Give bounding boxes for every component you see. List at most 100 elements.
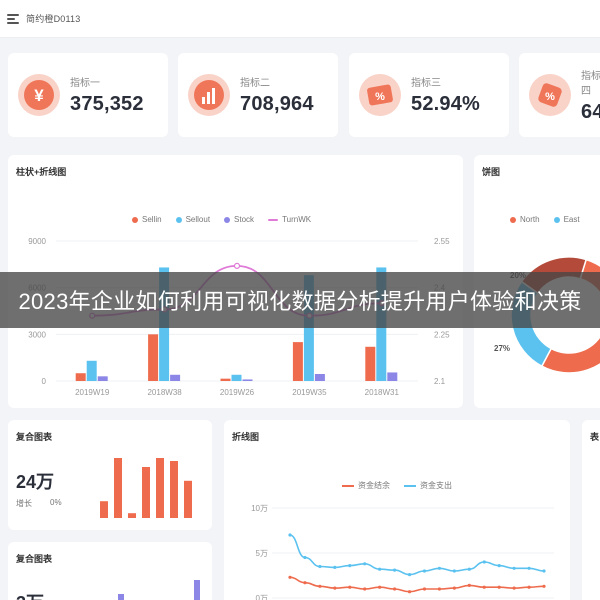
mini-bar — [170, 461, 178, 518]
y-tick-label: 9000 — [28, 237, 46, 246]
bar-sellin — [220, 378, 231, 381]
bar-stock — [242, 379, 253, 381]
line-point — [542, 569, 546, 573]
bar-sellin — [292, 342, 303, 381]
y-tick-label: 0万 — [256, 594, 268, 600]
bar-chart-icon — [188, 74, 230, 116]
card-percent-icon: % — [359, 74, 401, 116]
y-tick-label: 5万 — [256, 549, 268, 558]
line-point — [318, 584, 322, 588]
line-point — [497, 564, 501, 568]
line-point — [497, 585, 501, 589]
line-point — [392, 587, 397, 591]
headline-banner: 2023年企业如何利用可视化数据分析提升用户体验和决策 — [0, 272, 600, 328]
menu-icon[interactable] — [6, 12, 20, 26]
svg-text:%: % — [375, 91, 385, 103]
line-point — [542, 584, 546, 588]
page-title: 简约橙D0113 — [26, 14, 81, 24]
mini-bar — [114, 458, 122, 518]
mini-bar-chart — [100, 458, 192, 518]
line-point — [467, 567, 471, 571]
pie-label: 27% — [494, 344, 510, 353]
mini-bar-chart-2 — [118, 580, 200, 600]
y-tick-label: 3000 — [28, 330, 46, 339]
mini-bar — [128, 513, 136, 518]
line-point — [437, 566, 442, 570]
line-point — [437, 587, 442, 591]
bar-stock — [170, 374, 181, 381]
card-title: 表 — [590, 432, 600, 442]
percent-icon: % — [529, 74, 571, 116]
kpi-card-1: ¥ 指标一 375,352 — [8, 53, 168, 137]
x-tick-label: 2019W35 — [292, 388, 327, 397]
line-point — [482, 560, 486, 564]
line-point — [482, 585, 486, 589]
bar-sellin — [148, 334, 159, 381]
bar-sellin — [75, 373, 86, 381]
line-point — [303, 555, 307, 560]
line-point — [422, 569, 427, 573]
yen-icon: ¥ — [18, 74, 60, 116]
kpi-value: 64 — [581, 100, 600, 123]
line-point — [348, 564, 352, 568]
x-tick-label: 2018W38 — [147, 388, 182, 397]
line-point — [467, 583, 471, 587]
line-point — [363, 562, 367, 566]
line-point — [452, 586, 456, 590]
x-tick-label: 2019W26 — [220, 388, 255, 397]
kpi-label: 指标二 — [240, 78, 270, 89]
y-tick-label: 10万 — [251, 504, 268, 513]
line-point — [392, 568, 397, 572]
composite-card-2: 复合图表 3万 — [8, 542, 212, 600]
line-point — [333, 586, 337, 590]
line-point — [333, 565, 337, 569]
table-card: 表 — [582, 420, 600, 600]
line-point — [378, 585, 382, 589]
line-point — [512, 586, 516, 590]
line-series-balance — [289, 576, 545, 593]
kpi-label: 指标一 — [70, 78, 100, 89]
y2-tick-label: 2.55 — [434, 237, 450, 246]
bar-sellout — [231, 374, 242, 381]
x-tick-label: 2019W19 — [75, 388, 110, 397]
kpi-value: 375,352 — [70, 93, 144, 115]
mini-bar — [100, 501, 108, 518]
kpi-card-3: % 指标三 52.94% — [349, 53, 509, 137]
line-point — [378, 567, 382, 571]
line-point — [527, 585, 531, 589]
bar-stock — [314, 374, 325, 381]
y2-tick-label: 2.1 — [434, 377, 446, 386]
x-tick-label: 2018W31 — [365, 388, 400, 397]
kpi-value: 708,964 — [240, 93, 314, 115]
line-point — [512, 566, 516, 570]
line-point — [348, 585, 352, 589]
line-point — [363, 587, 367, 591]
line-point — [422, 587, 427, 591]
kpi-label: 指标四 — [581, 70, 600, 97]
line-point — [303, 581, 307, 585]
svg-text:%: % — [545, 91, 555, 103]
y2-tick-label: 2.25 — [434, 330, 450, 339]
line-chart: 0万 5万 10万 — [251, 504, 554, 600]
line-point — [452, 569, 456, 573]
kpi-value: 52.94% — [411, 93, 481, 115]
kpi-card-4: % 指标四 64 — [519, 53, 600, 137]
mini-bar — [156, 458, 164, 518]
kpi-card-2: 指标二 708,964 — [178, 53, 338, 137]
top-bar: 简约橙D0113 — [0, 0, 600, 38]
line-point — [318, 564, 322, 569]
mini-bar — [184, 480, 192, 518]
composite-card-1: 复合图表 24万 增长 0% — [8, 420, 212, 530]
line-chart-card: 折线图 资金结余 资金支出 0万 5万 10万 — [224, 420, 570, 600]
mini-bar — [142, 467, 150, 518]
bar-stock — [97, 376, 108, 381]
turnwk-point — [233, 262, 241, 269]
bar-sellout — [86, 360, 97, 381]
line-series-expense — [289, 534, 545, 576]
line-point — [407, 590, 412, 594]
line-point — [407, 573, 412, 577]
line-point — [288, 575, 292, 579]
headline-text: 2023年企业如何利用可视化数据分析提升用户体验和决策 — [18, 289, 582, 314]
kpi-label: 指标三 — [411, 78, 441, 89]
svg-text:¥: ¥ — [34, 86, 44, 105]
